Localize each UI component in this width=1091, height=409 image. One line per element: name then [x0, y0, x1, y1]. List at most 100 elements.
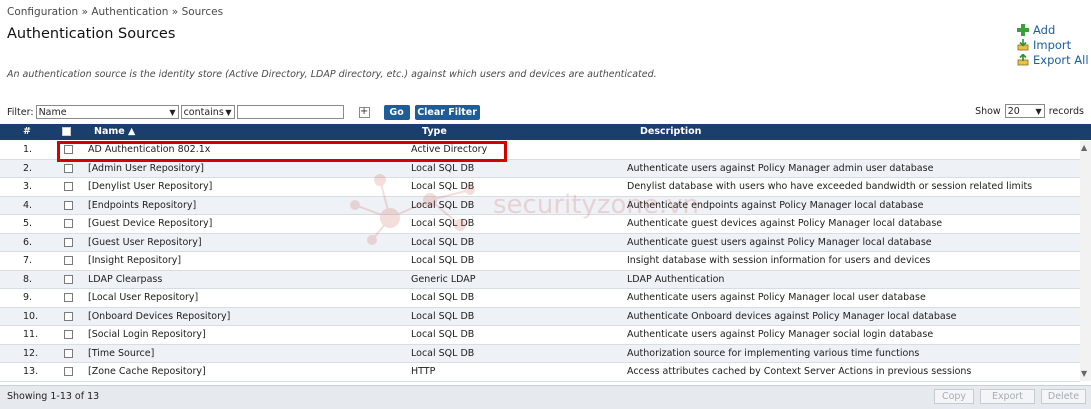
table-row[interactable]: 7. [Insight Repository] Local SQL DB Insigh…	[0, 252, 1080, 271]
go-button[interactable]: Go	[383, 104, 410, 120]
chevron-down-icon: ▼	[169, 107, 176, 117]
show-records: Show 20 ▼ records	[975, 104, 1084, 118]
import-link[interactable]: Import	[1017, 37, 1089, 52]
add-link[interactable]: Add	[1017, 22, 1089, 37]
table-row[interactable]: 5. [Guest Device Repository] Local SQL DB A…	[0, 215, 1080, 234]
add-label: Add	[1033, 22, 1056, 37]
select-all-checkbox[interactable]	[62, 127, 71, 136]
row-number: 8.	[23, 273, 33, 285]
row-number: 4.	[23, 199, 33, 211]
export-icon	[1017, 52, 1029, 66]
row-name[interactable]: [Endpoints Repository]	[88, 200, 196, 211]
row-description: Authenticate guest devices against Polic…	[627, 218, 943, 229]
delete-button[interactable]: Delete	[1041, 389, 1086, 404]
row-number: 1.	[23, 144, 33, 155]
table-row[interactable]: 6. [Guest User Repository] Local SQL DB Aut…	[0, 233, 1080, 252]
row-description: Authenticate users against Policy Manage…	[627, 292, 926, 303]
row-checkbox[interactable]	[64, 348, 73, 358]
row-description: Authenticate Onboard devices against Pol…	[627, 310, 957, 322]
row-name[interactable]: [Denylist User Repository]	[88, 181, 212, 192]
breadcrumb-separator: »	[81, 6, 88, 18]
page-actions: Add Import Export All	[1017, 22, 1089, 67]
row-name[interactable]: LDAP Clearpass	[88, 274, 162, 285]
records-status: Showing 1-13 of 13	[7, 391, 100, 402]
row-type: Local SQL DB	[411, 347, 475, 359]
table-row[interactable]: 2. [Admin User Repository] Local SQL DB Aut…	[0, 159, 1080, 178]
row-checkbox[interactable]	[64, 237, 73, 247]
row-type: Local SQL DB	[411, 292, 475, 303]
row-checkbox[interactable]	[64, 163, 73, 173]
clear-filter-button[interactable]: Clear Filter	[414, 104, 480, 120]
row-name[interactable]: [Admin User Repository]	[88, 163, 204, 174]
table-footer: Showing 1-13 of 13 Copy Export Delete	[0, 385, 1091, 409]
table-row[interactable]: 4. [Endpoints Repository] Local SQL DB Auth…	[0, 196, 1080, 215]
breadcrumb-separator: »	[171, 6, 179, 18]
filter-operator-select[interactable]: contains ▼	[180, 105, 235, 119]
table-row[interactable]: 3. [Denylist User Repository] Local SQL DB…	[0, 178, 1080, 197]
table-row[interactable]: 13. [Zone Cache Repository] HTTP Access att…	[0, 363, 1080, 382]
highlight-box	[57, 141, 507, 162]
breadcrumb-configuration[interactable]: Configuration	[7, 6, 78, 18]
row-checkbox[interactable]	[64, 274, 73, 284]
add-icon	[1017, 23, 1029, 36]
table-row[interactable]: 11. [Social Login Repository] Local SQL DB…	[0, 326, 1080, 345]
records-per-page-select[interactable]: 20 ▼	[1004, 104, 1045, 118]
row-checkbox[interactable]	[64, 200, 73, 210]
row-checkbox[interactable]	[64, 311, 73, 321]
scroll-down-icon[interactable]: ▼	[1081, 369, 1087, 378]
table-row[interactable]: 10. [Onboard Devices Repository] Local SQL…	[0, 307, 1080, 326]
row-checkbox[interactable]	[64, 367, 73, 376]
row-name[interactable]: [Time Source]	[88, 348, 154, 359]
row-type: Local SQL DB	[411, 181, 475, 192]
row-name[interactable]: [Insight Repository]	[88, 255, 181, 266]
row-name[interactable]: [Onboard Devices Repository]	[88, 311, 230, 322]
row-checkbox[interactable]	[64, 219, 73, 228]
row-type: Local SQL DB	[411, 218, 475, 229]
table-row[interactable]: 12. [Time Source] Local SQL DB Authorizatio…	[0, 344, 1080, 363]
row-name[interactable]: [Zone Cache Repository]	[88, 366, 206, 377]
show-label: Show	[975, 105, 1001, 117]
row-checkbox[interactable]	[64, 293, 73, 302]
export-button[interactable]: Export	[980, 389, 1035, 404]
row-checkbox[interactable]	[64, 330, 73, 339]
breadcrumb: Configuration » Authentication » Sources	[7, 6, 223, 18]
filter-field-select[interactable]: Name ▼	[35, 105, 179, 119]
row-description: Authenticate guest users against Policy …	[627, 236, 932, 248]
table-scrollbar[interactable]: ▲ ▼	[1080, 141, 1091, 381]
scroll-up-icon[interactable]: ▲	[1081, 143, 1087, 152]
table-row[interactable]: 9. [Local User Repository] Local SQL DB Aut…	[0, 289, 1080, 308]
row-description: LDAP Authentication	[627, 273, 725, 285]
export-all-link[interactable]: Export All	[1017, 52, 1089, 67]
records-suffix: records	[1048, 105, 1084, 117]
row-description: Denylist database with users who have ex…	[627, 181, 1033, 192]
row-number: 11.	[23, 329, 39, 340]
col-header-num: #	[23, 126, 31, 137]
row-number: 6.	[23, 236, 33, 248]
col-header-type[interactable]: Type	[422, 126, 447, 137]
row-checkbox[interactable]	[64, 182, 73, 191]
row-name[interactable]: [Guest User Repository]	[88, 237, 202, 248]
row-number: 7.	[23, 255, 33, 266]
row-name[interactable]: [Guest Device Repository]	[88, 218, 212, 229]
row-checkbox[interactable]	[64, 256, 73, 265]
col-header-name[interactable]: Name ▲	[94, 126, 135, 137]
breadcrumb-authentication[interactable]: Authentication	[91, 6, 168, 18]
row-name[interactable]: [Local User Repository]	[88, 292, 198, 303]
page-description: An authentication source is the identity…	[7, 69, 657, 80]
row-description: Authenticate users against Policy Manage…	[627, 162, 934, 174]
row-type: Local SQL DB	[411, 255, 475, 266]
filter-value-input[interactable]	[236, 105, 344, 119]
row-name[interactable]: [Social Login Repository]	[88, 329, 206, 340]
filter-label: Filter:	[7, 106, 34, 118]
chevron-down-icon: ▼	[225, 107, 232, 117]
filter-bar: Filter: Name ▼ contains ▼ + Go Clear Fil…	[7, 104, 480, 120]
copy-button[interactable]: Copy	[934, 389, 974, 404]
row-type: Generic LDAP	[411, 273, 476, 285]
row-description: Authorization source for implementing va…	[627, 347, 920, 359]
row-number: 3.	[23, 181, 33, 192]
add-filter-icon[interactable]: +	[358, 106, 370, 118]
col-header-description[interactable]: Description	[640, 126, 701, 137]
table-row[interactable]: 8. LDAP Clearpass Generic LDAP LDAP Authent…	[0, 270, 1080, 289]
row-type: Local SQL DB	[411, 199, 475, 211]
row-number: 12.	[23, 347, 39, 359]
